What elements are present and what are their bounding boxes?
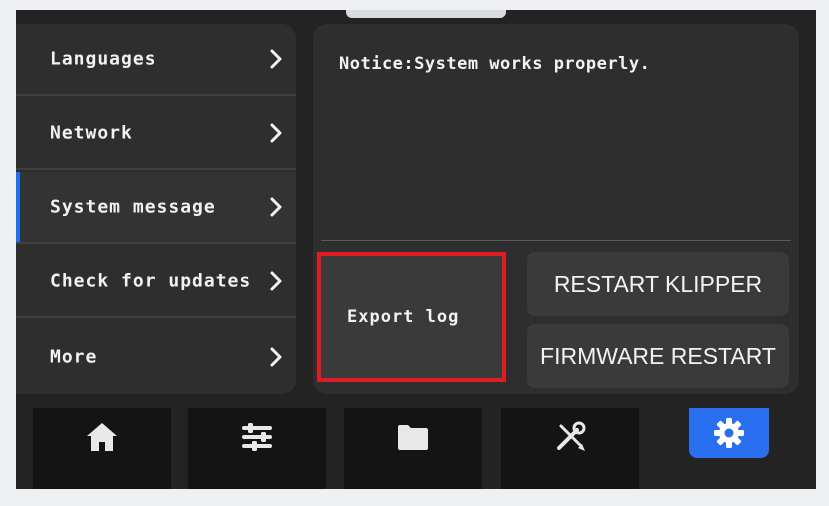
printer-screen: Languages Network System message Check f… xyxy=(16,10,816,489)
system-message-panel: Notice:System works properly. Export log… xyxy=(313,24,799,394)
settings-menu: Languages Network System message Check f… xyxy=(16,24,296,394)
chevron-right-icon xyxy=(270,197,282,217)
menu-item-system-message[interactable]: System message xyxy=(16,172,296,244)
menu-item-languages[interactable]: Languages xyxy=(16,24,296,96)
nav-controls[interactable] xyxy=(188,408,326,489)
top-edge xyxy=(346,10,506,18)
sliders-icon xyxy=(242,423,272,451)
gear-icon xyxy=(714,418,744,448)
menu-item-label: Languages xyxy=(50,48,157,70)
divider xyxy=(321,240,791,241)
tools-icon xyxy=(557,421,586,451)
nav-settings-pill xyxy=(689,408,769,458)
menu-item-label: More xyxy=(50,346,98,368)
chevron-right-icon xyxy=(270,123,282,143)
menu-item-network[interactable]: Network xyxy=(16,98,296,170)
chevron-right-icon xyxy=(270,347,282,367)
notice-text: Notice:System works properly. xyxy=(339,54,651,74)
folder-icon xyxy=(398,425,428,450)
home-icon xyxy=(87,423,117,451)
restart-klipper-button[interactable]: RESTART KLIPPER xyxy=(527,252,789,316)
nav-home[interactable] xyxy=(33,408,171,489)
nav-files[interactable] xyxy=(344,408,482,489)
menu-item-label: Check for updates xyxy=(50,270,252,292)
chevron-right-icon xyxy=(270,49,282,69)
menu-item-label: System message xyxy=(50,196,216,218)
bottom-nav xyxy=(16,408,816,489)
export-log-label: Export log xyxy=(347,307,460,327)
chevron-right-icon xyxy=(270,271,282,291)
firmware-restart-button[interactable]: FIRMWARE RESTART xyxy=(527,324,789,388)
menu-item-label: Network xyxy=(50,122,133,144)
export-log-button[interactable]: Export log xyxy=(317,252,506,382)
menu-item-more[interactable]: More xyxy=(16,320,296,394)
nav-tools[interactable] xyxy=(501,408,639,489)
menu-item-check-for-updates[interactable]: Check for updates xyxy=(16,246,296,318)
nav-settings[interactable] xyxy=(660,408,798,489)
